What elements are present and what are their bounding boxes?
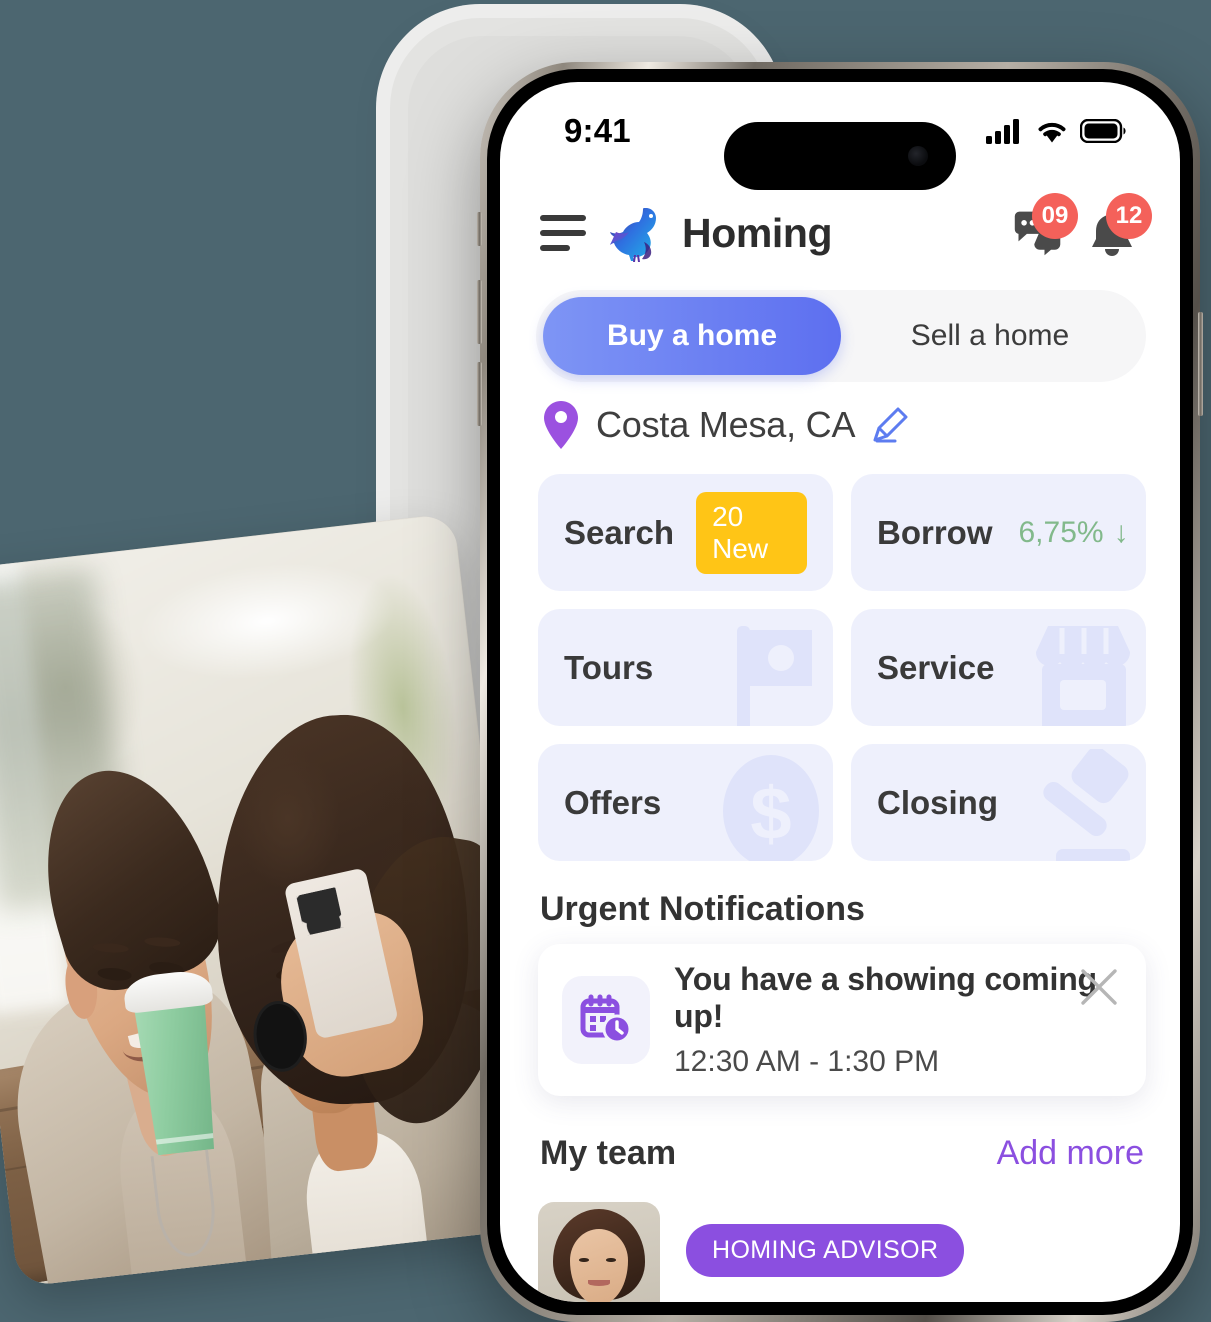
notification-title: You have a showing coming up! (674, 961, 1097, 1034)
tile-search[interactable]: Search 20 New (538, 474, 833, 591)
volume-up-button[interactable] (477, 280, 482, 344)
avatar-eye-right (606, 1258, 617, 1262)
close-icon[interactable] (1078, 966, 1120, 1008)
messages-badge: 09 (1032, 193, 1078, 239)
notification-card[interactable]: You have a showing coming up! 12:30 AM -… (538, 944, 1146, 1096)
iphone-device-frame: 9:41 Homing 09 12 Buy a home Sell a home… (477, 62, 1203, 1322)
notification-body: You have a showing coming up! 12:30 AM -… (674, 961, 1122, 1079)
search-new-badge: 20 New (696, 491, 807, 574)
coffee-cup-ring (155, 1133, 214, 1144)
location-label: Costa Mesa, CA (596, 404, 856, 445)
brand-name: Homing (682, 209, 833, 256)
battery-icon (1080, 119, 1126, 143)
dollar-coin-icon: $ (723, 755, 819, 861)
storefront-icon (1035, 626, 1131, 726)
quick-actions-grid: Search 20 New Borrow 6,75% ↓ Tours Servi… (538, 474, 1146, 861)
team-member-role-badge: HOMING ADVISOR (686, 1224, 965, 1277)
tile-borrow[interactable]: Borrow 6,75% ↓ (851, 474, 1146, 591)
coffee-cup-body (130, 994, 225, 1157)
trend-down-icon: ↓ (1113, 515, 1129, 549)
cellular-signal-icon (986, 119, 1019, 144)
tab-sell-a-home[interactable]: Sell a home (841, 297, 1139, 375)
calendar-clock-icon (580, 994, 632, 1044)
lifestyle-photo-card (0, 512, 536, 1288)
flag-icon (737, 626, 812, 726)
tile-label: Closing (877, 783, 998, 821)
header-actions: 09 12 (1012, 193, 1152, 259)
svg-text:$: $ (750, 772, 791, 855)
pencil-edit-icon[interactable] (871, 406, 909, 444)
borrow-rate: 6,75% ↓ (1019, 516, 1129, 550)
gavel-icon (1043, 749, 1130, 861)
notifications-badge: 12 (1106, 193, 1152, 239)
location-row[interactable]: Costa Mesa, CA (542, 400, 909, 450)
avatar-face (569, 1228, 629, 1302)
tab-buy-a-home[interactable]: Buy a home (543, 297, 841, 375)
map-pin-icon (544, 401, 578, 449)
urgent-notifications-title: Urgent Notifications (540, 890, 865, 928)
team-member-row: HOMING ADVISOR (538, 1202, 1146, 1302)
volume-down-button[interactable] (477, 362, 482, 426)
silent-switch-button[interactable] (477, 212, 482, 246)
power-button[interactable] (1198, 312, 1203, 416)
messages-button[interactable]: 09 (1012, 193, 1078, 259)
tile-label: Offers (564, 783, 662, 821)
tile-label: Service (877, 648, 995, 686)
notification-icon-wrapper (562, 976, 650, 1064)
avatar-eye-left (579, 1258, 590, 1262)
tile-offers[interactable]: Offers $ (538, 744, 833, 861)
tile-label: Tours (564, 648, 654, 686)
add-more-link[interactable]: Add more (997, 1134, 1144, 1173)
tile-label: Borrow (877, 513, 993, 551)
notifications-button[interactable]: 12 (1086, 193, 1152, 259)
photo-content (0, 512, 536, 1288)
homing-bird-logo (610, 208, 656, 262)
tile-service[interactable]: Service (851, 609, 1146, 726)
dynamic-island (724, 122, 956, 190)
brand-lockup: Homing (610, 202, 833, 264)
status-bar-indicators (986, 118, 1126, 144)
buy-sell-segmented-control: Buy a home Sell a home (536, 290, 1146, 382)
wifi-icon (1038, 122, 1066, 143)
my-team-title: My team (540, 1134, 677, 1172)
notification-time: 12:30 AM - 1:30 PM (674, 1045, 940, 1078)
team-member-avatar[interactable] (538, 1202, 660, 1302)
tile-label: Search (564, 513, 675, 551)
tile-tours[interactable]: Tours (538, 609, 833, 726)
status-bar-clock: 9:41 (564, 112, 631, 149)
app-header: Homing 09 12 (500, 190, 1180, 276)
tile-closing[interactable]: Closing (851, 744, 1146, 861)
borrow-rate-value: 6,75% (1018, 515, 1104, 549)
phone-bezel: 9:41 Homing 09 12 Buy a home Sell a home… (487, 69, 1193, 1315)
hamburger-menu-icon[interactable] (540, 215, 586, 251)
phone-screen: 9:41 Homing 09 12 Buy a home Sell a home… (500, 82, 1180, 1302)
